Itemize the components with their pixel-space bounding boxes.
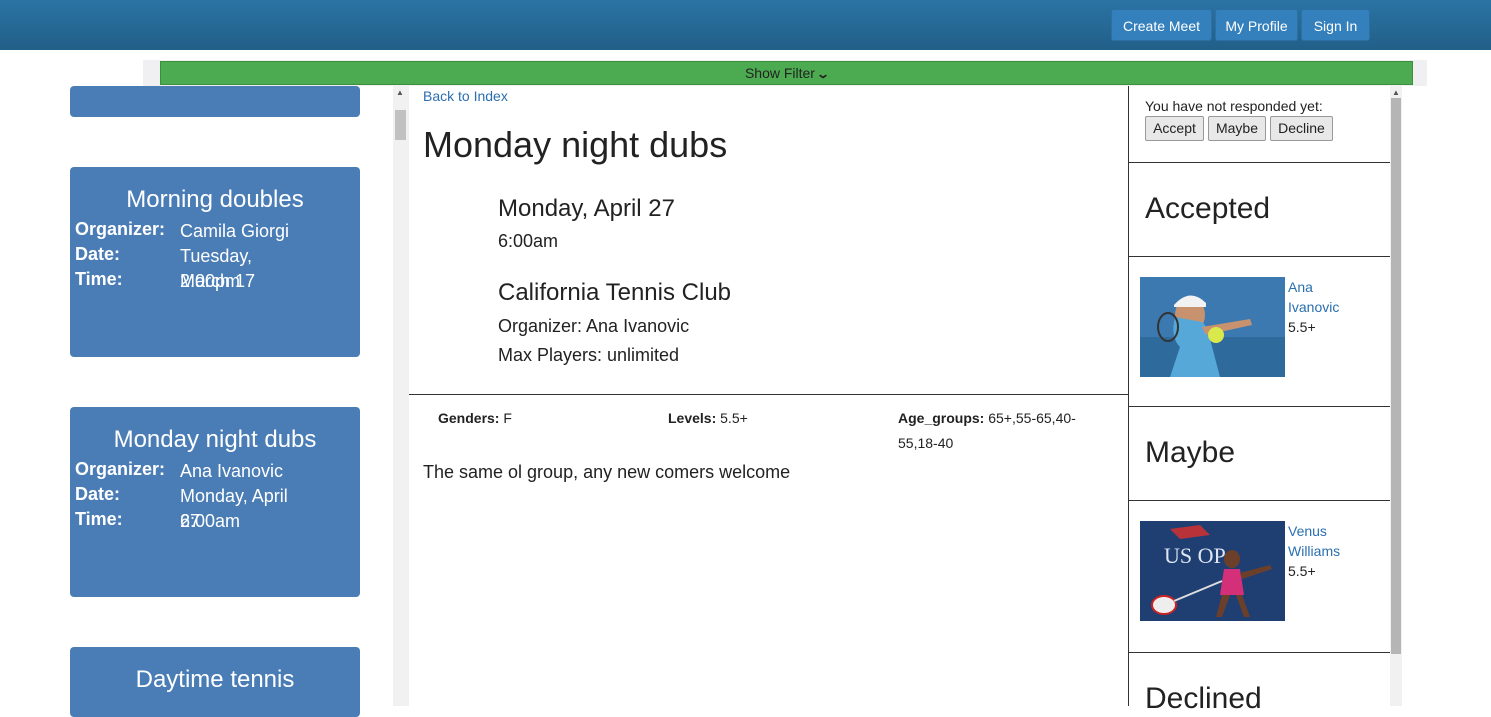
organizer-label: Organizer: (75, 219, 166, 239)
meet-description: The same ol group, any new comers welcom… (423, 462, 791, 482)
player-name-link[interactable]: Venus Williams (1288, 521, 1358, 561)
organizer-value: Camila Giorgi (180, 221, 290, 241)
player-level: 5.5+ (1288, 319, 1316, 335)
meet-title: Monday night dubs (423, 124, 728, 165)
player-name-link[interactable]: Ana Ivanovic (1288, 277, 1358, 317)
time-value: 6:00am (180, 511, 241, 531)
decline-button[interactable]: Decline (1270, 116, 1333, 141)
time-label: Time: (75, 269, 123, 289)
player-photo[interactable]: US OP (1140, 521, 1285, 621)
scroll-up-arrow-icon[interactable]: ▲ (1392, 88, 1400, 97)
divider (1129, 500, 1390, 501)
player-photo[interactable] (1140, 277, 1285, 377)
show-filter-toggle[interactable]: Show Filter⌄ (160, 61, 1413, 85)
divider (1129, 162, 1390, 163)
age-groups-attribute: Age_groups: 65+,55-65,40-55,18-40 (898, 410, 1076, 451)
genders-attribute: Genders: F (438, 410, 512, 426)
accepted-heading: Accepted (1145, 192, 1271, 225)
meet-detail-panel: Back to Index Monday night dubs Monday, … (409, 86, 1128, 706)
meet-card[interactable]: Daytime tennis (70, 647, 360, 717)
time-label: Time: (75, 509, 123, 529)
organizer-value: Ana Ivanovic (180, 461, 284, 481)
meet-date: Monday, April 27 (498, 195, 675, 222)
scroll-up-arrow-icon[interactable]: ▲ (396, 88, 404, 97)
top-navbar: Create Meet My Profile Sign In (0, 0, 1491, 50)
meet-card[interactable]: Monday night dubs Organizer: Ana Ivanovi… (70, 407, 360, 597)
organizer-label: Organizer: (75, 459, 166, 479)
divider (1129, 652, 1390, 653)
accept-button[interactable]: Accept (1145, 116, 1204, 141)
response-scrollbar-thumb[interactable] (1391, 98, 1401, 654)
date-label: Date: (75, 244, 121, 264)
center-scrollbar-thumb[interactable] (395, 110, 406, 140)
meet-card-partial[interactable] (70, 86, 360, 117)
declined-heading: Declined (1145, 682, 1262, 715)
back-to-index-link[interactable]: Back to Index (423, 88, 508, 104)
divider (1129, 406, 1390, 407)
divider (409, 394, 1128, 395)
create-meet-button[interactable]: Create Meet (1111, 9, 1212, 41)
meet-time: 6:00am (498, 231, 559, 251)
chevron-down-icon: ⌄ (815, 67, 831, 81)
svg-text:US OP: US OP (1164, 543, 1226, 568)
divider (1129, 256, 1390, 257)
meet-max-players: Max Players: unlimited (498, 345, 680, 365)
response-note: You have not responded yet: (1145, 98, 1323, 114)
maybe-heading: Maybe (1145, 436, 1236, 469)
maybe-button[interactable]: Maybe (1208, 116, 1266, 141)
center-scrollbar[interactable] (393, 86, 409, 706)
meet-card-title: Daytime tennis (135, 666, 295, 693)
response-panel: You have not responded yet: Accept Maybe… (1128, 86, 1390, 715)
sign-in-button[interactable]: Sign In (1301, 9, 1370, 41)
show-filter-label: Show Filter (744, 65, 815, 81)
date-label: Date: (75, 484, 121, 504)
meet-card-title: Morning doubles (126, 186, 304, 213)
time-value: 2:00pm (180, 271, 241, 291)
meet-organizer: Organizer: Ana Ivanovic (498, 316, 690, 336)
meet-location: California Tennis Club (498, 279, 732, 306)
my-profile-button[interactable]: My Profile (1215, 9, 1298, 41)
meet-card-title: Monday night dubs (113, 426, 317, 453)
levels-attribute: Levels: 5.5+ (668, 410, 748, 426)
meet-card[interactable]: Morning doubles Organizer: Camila Giorgi… (70, 167, 360, 357)
player-level: 5.5+ (1288, 563, 1316, 579)
